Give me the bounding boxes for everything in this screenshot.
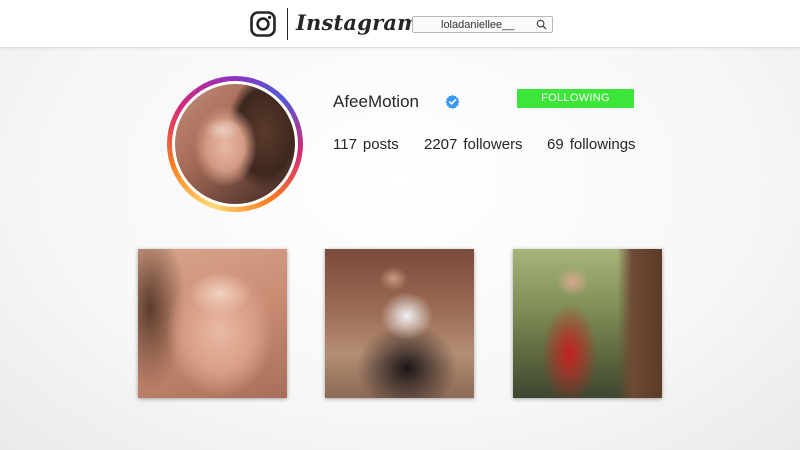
followers-label: followers (463, 136, 523, 153)
avatar-photo (175, 84, 295, 204)
verified-badge-icon (445, 94, 460, 109)
stat-followers[interactable]: 2207 followers (424, 136, 523, 153)
followings-count: 69 (547, 136, 564, 153)
search-box[interactable]: loladaniellee__ (412, 16, 553, 33)
top-bar: Instagram loladaniellee__ (0, 0, 800, 48)
search-input[interactable]: loladaniellee__ (441, 18, 539, 32)
followers-count: 2207 (424, 136, 458, 153)
profile-username: AfeeMotion (333, 92, 419, 111)
post-thumbnail-1[interactable] (138, 249, 287, 398)
posts-label: posts (362, 136, 399, 153)
stat-followings[interactable]: 69 followings (547, 136, 636, 153)
stat-posts[interactable]: 117 posts (333, 136, 399, 153)
search-icon[interactable] (536, 19, 547, 30)
profile-avatar[interactable] (167, 76, 303, 212)
instagram-camera-icon[interactable] (250, 11, 276, 37)
instagram-wordmark[interactable]: Instagram (296, 10, 420, 35)
avatar-frame (172, 81, 298, 207)
followings-label: followings (569, 136, 636, 153)
post-thumbnail-3[interactable] (513, 249, 662, 398)
logo-divider (287, 8, 288, 40)
following-button[interactable]: FOLLOWING (517, 89, 634, 108)
posts-count: 117 (333, 136, 357, 153)
post-thumbnail-2[interactable] (325, 249, 474, 398)
